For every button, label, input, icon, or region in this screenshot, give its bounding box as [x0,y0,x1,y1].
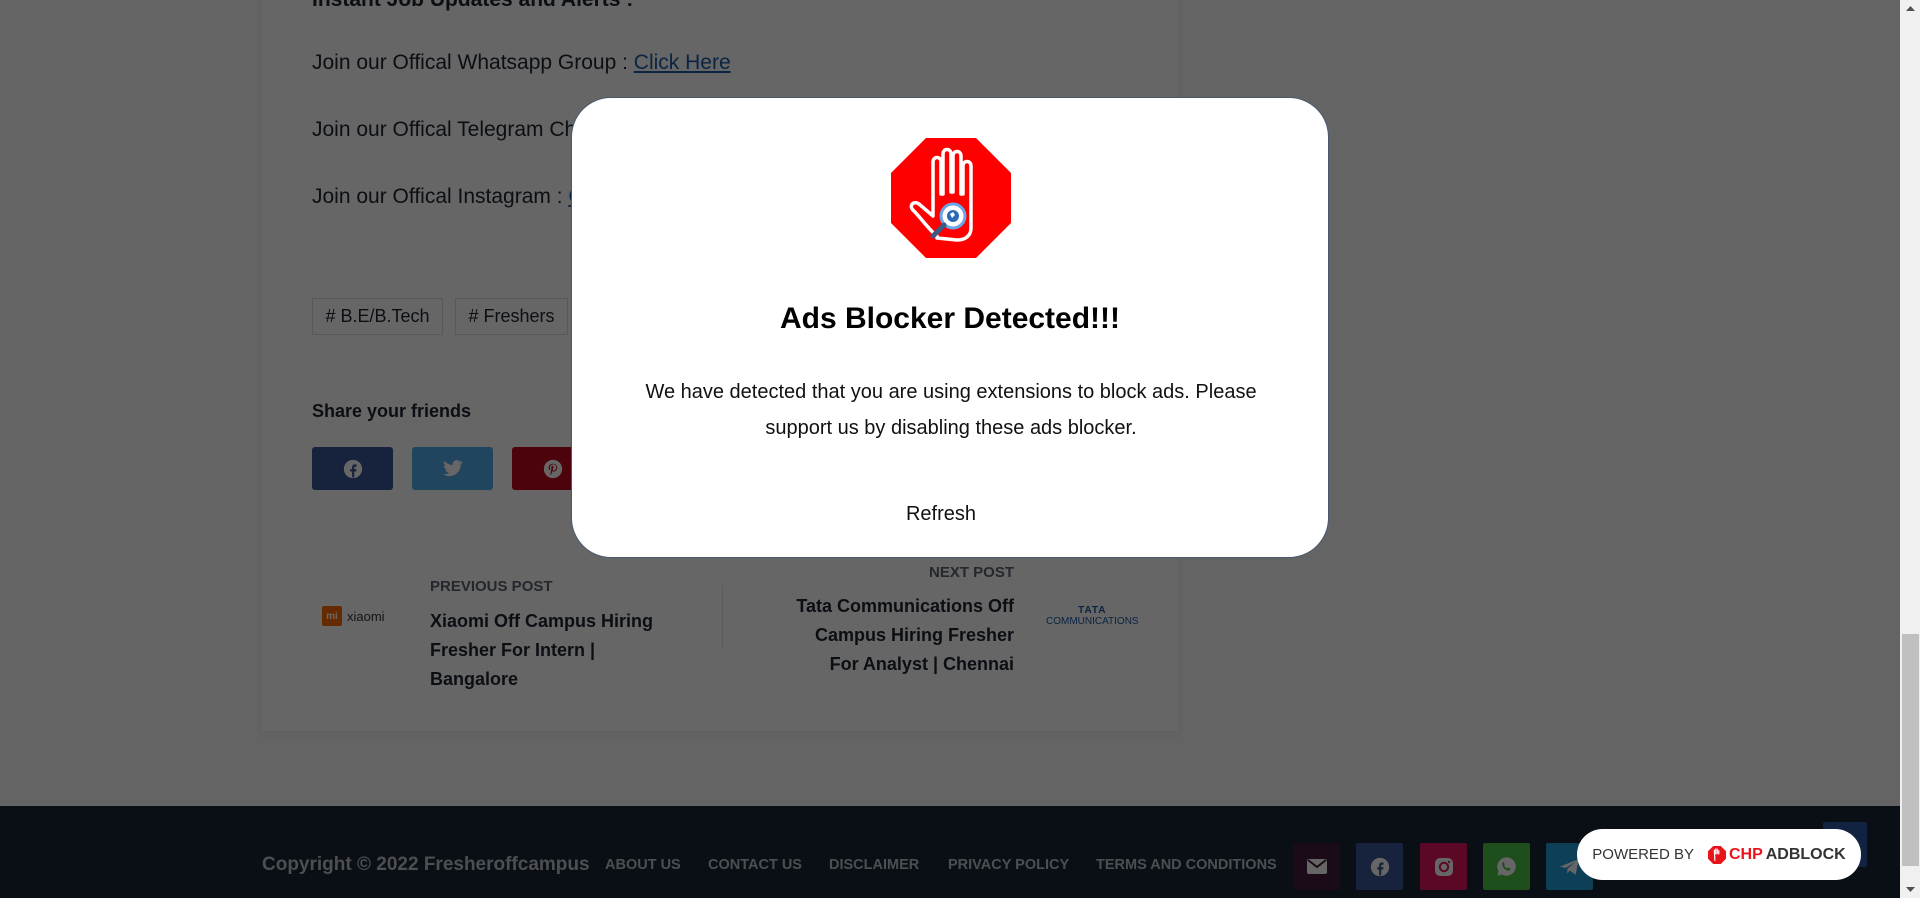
adblock-modal: Ads Blocker Detected!!! We have detected… [571,97,1329,558]
brand-red-text: CHP [1728,845,1763,863]
scroll-down-button[interactable] [1900,881,1920,898]
refresh-button[interactable]: Refresh [871,496,1011,532]
chpadblock-brand: CHP ADBLOCK [1707,845,1846,864]
scrollbar-thumb[interactable] [1902,634,1919,866]
arrow-up-icon [1905,6,1915,11]
chpadblock-logo-icon [1707,845,1726,864]
scroll-up-button[interactable] [1900,0,1920,17]
stop-hand-icon [891,138,1011,258]
powered-by-label: POWERED BY [1592,846,1694,863]
modal-title: Ads Blocker Detected!!! [779,302,1121,335]
powered-by-badge[interactable]: POWERED BY CHP ADBLOCK [1577,829,1861,880]
arrow-down-icon [1905,887,1915,892]
vertical-scrollbar[interactable] [1900,0,1920,898]
brand-dark-text: ADBLOCK [1765,845,1846,863]
modal-message: We have detected that you are using exte… [645,381,1257,439]
